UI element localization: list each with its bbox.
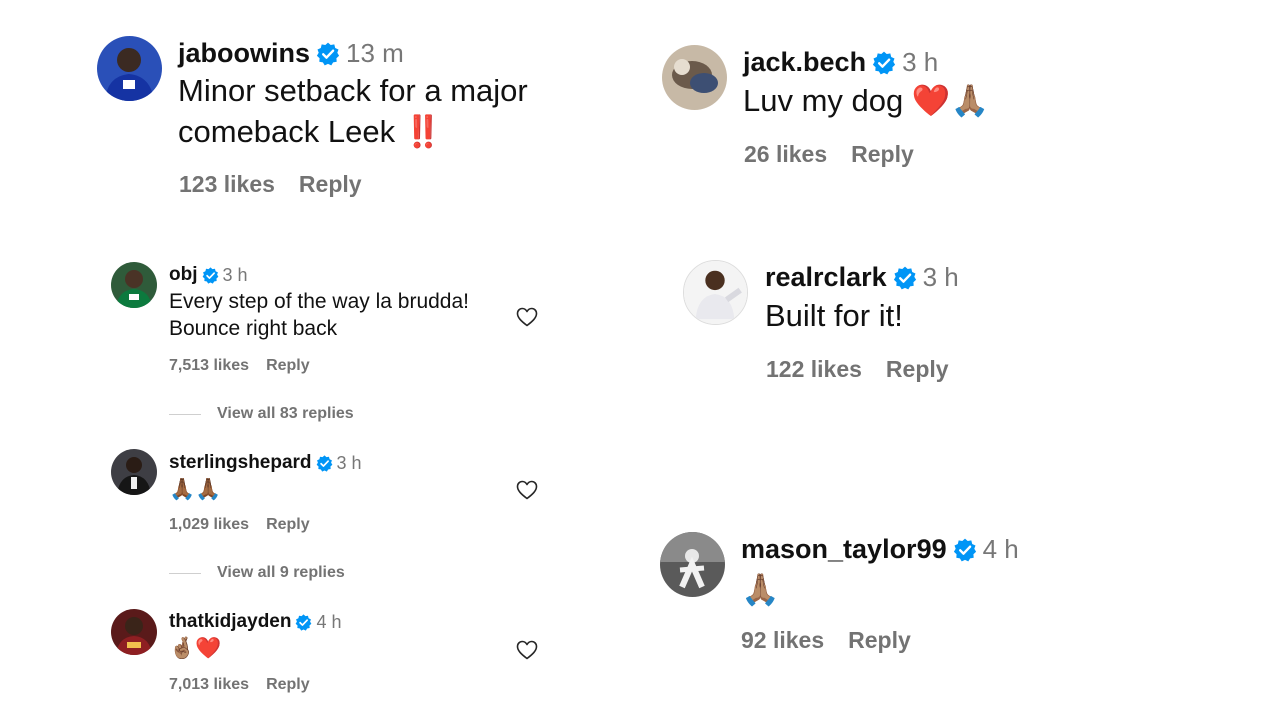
reply-button[interactable]: Reply <box>851 141 914 168</box>
avatar[interactable] <box>683 260 748 325</box>
timestamp: 13 m <box>346 38 404 68</box>
divider-line <box>169 572 201 574</box>
comment-text: 🙏🏽 <box>741 572 780 608</box>
like-count[interactable]: 7,513 likes <box>169 357 249 375</box>
comment-text: Luv my dog ❤️🙏🏽 <box>743 83 990 119</box>
timestamp: 3 h <box>902 47 939 77</box>
like-count[interactable]: 122 likes <box>766 356 862 383</box>
reply-button[interactable]: Reply <box>299 171 362 198</box>
timestamp: 4 h <box>316 611 342 632</box>
timestamp: 3 h <box>922 262 959 292</box>
avatar[interactable] <box>97 36 162 101</box>
verified-badge-icon <box>316 455 333 472</box>
comment-text: Every step of the way la brudda! Bounce … <box>169 290 469 340</box>
verified-badge-icon <box>202 267 219 284</box>
verified-badge-icon <box>316 42 340 66</box>
view-replies-button[interactable]: View all 9 replies <box>169 564 345 582</box>
reply-button[interactable]: Reply <box>848 627 911 654</box>
username[interactable]: jack.bech <box>743 47 866 78</box>
like-count[interactable]: 26 likes <box>744 141 827 168</box>
heart-outline-icon[interactable] <box>514 305 540 329</box>
username[interactable]: realrclark <box>765 262 887 293</box>
avatar[interactable] <box>660 532 725 597</box>
username[interactable]: mason_taylor99 <box>741 534 947 565</box>
username[interactable]: thatkidjayden <box>169 611 291 633</box>
like-count[interactable]: 1,029 likes <box>169 516 249 534</box>
avatar[interactable] <box>111 262 157 308</box>
reply-button[interactable]: Reply <box>886 356 949 383</box>
timestamp: 3 h <box>222 264 248 285</box>
heart-outline-icon[interactable] <box>514 638 540 662</box>
avatar[interactable] <box>111 449 157 495</box>
verified-badge-icon <box>893 266 917 290</box>
heart-outline-icon[interactable] <box>514 478 540 502</box>
username[interactable]: sterlingshepard <box>169 452 312 474</box>
reply-button[interactable]: Reply <box>266 357 310 375</box>
verified-badge-icon <box>295 614 312 631</box>
divider-line <box>169 413 201 415</box>
comment-text: 🙏🏾🙏🏾 <box>169 477 222 501</box>
reply-button[interactable]: Reply <box>266 676 310 694</box>
comment-text: 🤞🏽❤️ <box>169 636 222 660</box>
username[interactable]: jaboowins <box>178 38 310 69</box>
timestamp: 4 h <box>982 534 1019 564</box>
username[interactable]: obj <box>169 264 198 286</box>
verified-badge-icon <box>872 51 896 75</box>
comment-text: Minor setback for a major comeback Leek … <box>178 73 528 150</box>
timestamp: 3 h <box>336 452 362 473</box>
verified-badge-icon <box>953 538 977 562</box>
reply-button[interactable]: Reply <box>266 516 310 534</box>
avatar[interactable] <box>662 45 727 110</box>
avatar[interactable] <box>111 609 157 655</box>
view-replies-button[interactable]: View all 83 replies <box>169 405 354 423</box>
like-count[interactable]: 92 likes <box>741 627 824 654</box>
like-count[interactable]: 123 likes <box>179 171 275 198</box>
like-count[interactable]: 7,013 likes <box>169 676 249 694</box>
comment-text: Built for it! <box>765 298 903 333</box>
